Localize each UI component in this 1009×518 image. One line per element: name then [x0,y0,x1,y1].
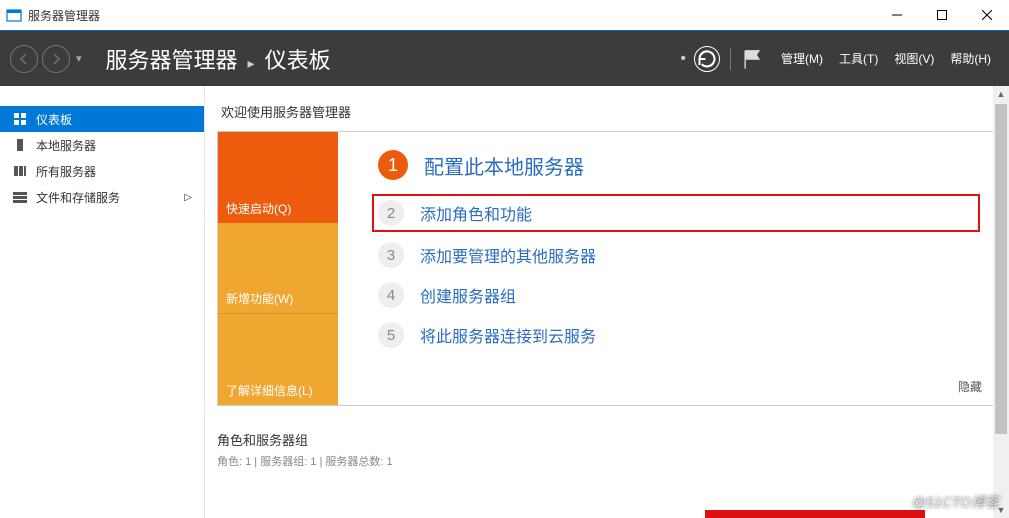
tile-column: 快速启动(Q) 新增功能(W) 了解详细信息(L) [218,132,338,405]
tile-label: 快速启动(Q) [226,200,291,217]
task-number-badge: 1 [378,150,408,180]
scroll-up-icon[interactable]: ▲ [993,86,1009,102]
status-bar-fragment [705,510,925,518]
window-controls [874,0,1009,30]
task-label: 创建服务器组 [420,283,516,307]
storage-icon [12,191,28,203]
main-content: 欢迎使用服务器管理器 快速启动(Q) 新增功能(W) 了解详细信息(L) 1 配… [205,86,1009,518]
menu-tools[interactable]: 工具(T) [839,50,878,67]
task-number-badge: 3 [378,242,404,268]
task-label: 添加角色和功能 [420,201,532,225]
breadcrumb: 服务器管理器 ▸ 仪表板 [106,43,331,75]
notifications-flag-icon[interactable] [741,48,763,70]
task-add-roles[interactable]: 2 添加角色和功能 [372,194,980,232]
task-label: 配置此本地服务器 [424,151,584,180]
tile-label: 新增功能(W) [226,290,293,307]
nav-dropdown-icon[interactable]: ▾ [76,52,82,65]
sidebar-item-label: 本地服务器 [36,137,96,154]
groups-subtitle: 角色: 1 | 服务器组: 1 | 服务器总数: 1 [217,453,1009,469]
task-number-badge: 5 [378,322,404,348]
body-area: 仪表板 本地服务器 所有服务器 文件和存储服务 ▷ 欢迎使用服务器管理器 快速启… [0,86,1009,518]
breadcrumb-separator-icon: ▸ [248,55,255,72]
allservers-icon [12,164,28,178]
sidebar-item-storage[interactable]: 文件和存储服务 ▷ [0,184,204,210]
nav-back-button[interactable] [10,45,38,73]
breadcrumb-current: 仪表板 [265,43,331,75]
groups-title: 角色和服务器组 [217,430,1009,449]
sidebar-item-label: 文件和存储服务 [36,189,120,206]
welcome-title: 欢迎使用服务器管理器 [221,102,1009,121]
header-bullet-icon: • [680,50,686,68]
hide-link[interactable]: 隐藏 [958,378,982,395]
welcome-tile: 快速启动(Q) 新增功能(W) 了解详细信息(L) 1 配置此本地服务器 2 添… [217,131,1001,406]
task-label: 将此服务器连接到云服务 [420,323,596,347]
app-icon [6,7,22,23]
menu-manage[interactable]: 管理(M) [781,50,823,67]
chevron-right-icon: ▷ [184,192,192,203]
localserver-icon [12,138,28,152]
task-configure-local[interactable]: 1 配置此本地服务器 [378,150,980,180]
task-create-group[interactable]: 4 创建服务器组 [378,282,980,308]
watermark-text: @51CTO博客 [912,492,999,512]
task-list: 1 配置此本地服务器 2 添加角色和功能 3 添加要管理的其他服务器 4 创建服… [338,132,1000,405]
title-bar: 服务器管理器 [0,0,1009,31]
menu-view[interactable]: 视图(V) [894,50,934,67]
tile-label: 了解详细信息(L) [226,382,313,399]
sidebar: 仪表板 本地服务器 所有服务器 文件和存储服务 ▷ [0,86,205,518]
task-number-badge: 4 [378,282,404,308]
header-separator [730,48,731,70]
task-label: 添加要管理的其他服务器 [420,243,596,267]
task-add-servers[interactable]: 3 添加要管理的其他服务器 [378,242,980,268]
sidebar-item-label: 所有服务器 [36,163,96,180]
vertical-scrollbar[interactable]: ▲ ▼ [993,86,1009,518]
sidebar-item-dashboard[interactable]: 仪表板 [0,106,204,132]
minimize-button[interactable] [874,0,919,30]
sidebar-item-allservers[interactable]: 所有服务器 [0,158,204,184]
roles-groups-section: 角色和服务器组 角色: 1 | 服务器组: 1 | 服务器总数: 1 [217,430,1009,469]
maximize-button[interactable] [919,0,964,30]
breadcrumb-root[interactable]: 服务器管理器 [106,43,238,75]
close-button[interactable] [964,0,1009,30]
nav-forward-button[interactable] [42,45,70,73]
dashboard-icon [12,113,28,126]
window-title: 服务器管理器 [28,7,874,24]
refresh-button[interactable] [694,46,720,72]
tile-quickstart[interactable]: 快速启动(Q) [218,132,338,223]
task-number-badge: 2 [378,200,404,226]
sidebar-item-label: 仪表板 [36,111,72,128]
tile-whatsnew[interactable]: 新增功能(W) [218,223,338,314]
header-nav: ▾ 服务器管理器 ▸ 仪表板 • 管理(M) 工具(T) 视图(V) 帮助(H) [0,31,1009,86]
sidebar-item-localserver[interactable]: 本地服务器 [0,132,204,158]
task-connect-cloud[interactable]: 5 将此服务器连接到云服务 [378,322,980,348]
menu-help[interactable]: 帮助(H) [950,50,991,67]
scrollbar-thumb[interactable] [995,104,1007,434]
tile-learnmore[interactable]: 了解详细信息(L) [218,313,338,405]
